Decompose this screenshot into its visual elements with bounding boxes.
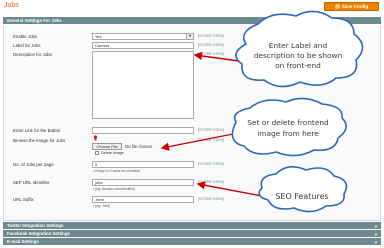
callout-image-line1: Set or delete frontend [247, 118, 329, 127]
callout-image-line2: image from here [257, 129, 319, 138]
callout-overlay: Enter Label and description to be shown … [160, 10, 364, 213]
callout-arrow [160, 132, 239, 151]
callout-arrow [196, 181, 263, 197]
callout-label-description: Enter Label and description to be shown … [193, 10, 364, 88]
callout-label-line3: on front-end [275, 61, 321, 70]
callout-seo: SEO Features [196, 166, 348, 213]
callout-label-line2: description to be shown [254, 51, 343, 60]
callout-image: Set or delete frontend image from here [160, 97, 347, 157]
callout-seo-line1: SEO Features [275, 192, 328, 201]
callout-label-line1: Enter Label and [269, 41, 328, 50]
